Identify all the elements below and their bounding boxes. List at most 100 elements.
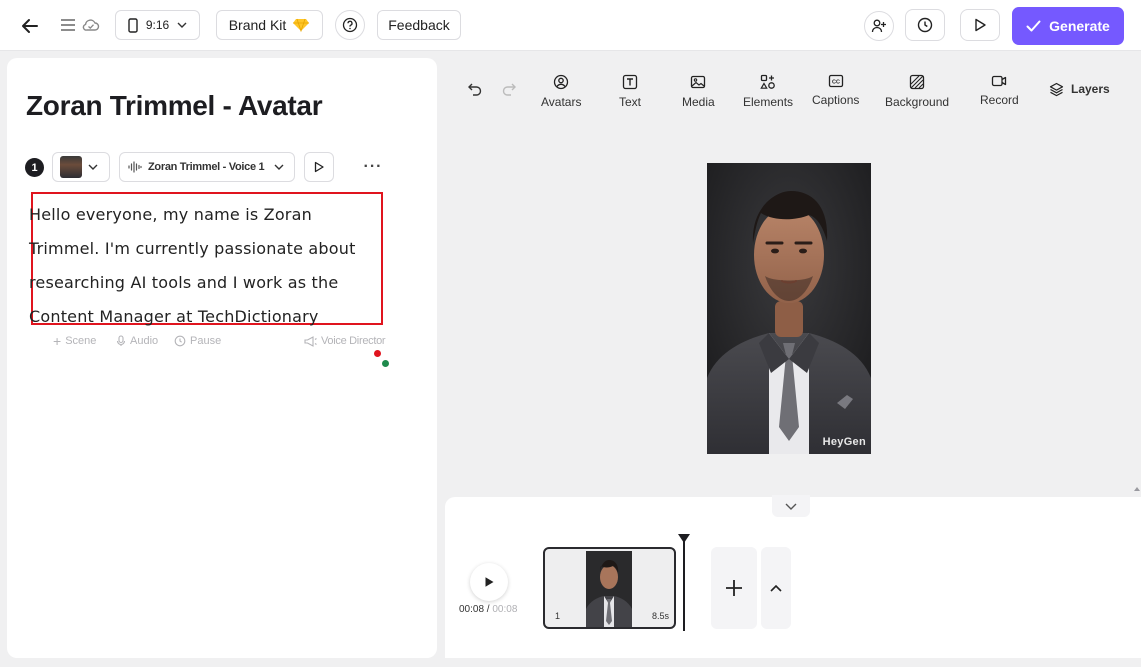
captions-icon: CC (828, 74, 843, 88)
voice-director-button[interactable]: Voice Director (304, 335, 386, 347)
play-outline-icon (975, 18, 986, 32)
toolbar-text[interactable]: Text (619, 74, 641, 109)
back-button[interactable] (18, 14, 42, 38)
add-scene-timeline-button[interactable] (711, 547, 757, 629)
feedback-label: Feedback (388, 17, 450, 33)
preview-play-button[interactable] (960, 9, 1000, 41)
timeline-panel: 00:08 / 00:08 1 8.5s (445, 495, 1141, 658)
aspect-ratio-select[interactable]: 9:16 (115, 10, 200, 40)
arrow-left-icon (22, 19, 38, 33)
timeline-play-button[interactable] (470, 563, 508, 601)
check-icon (1026, 20, 1041, 32)
playhead[interactable] (683, 539, 685, 631)
chevron-down-icon (274, 164, 284, 170)
toolbar-elements[interactable]: Elements (743, 74, 793, 109)
history-button[interactable] (905, 9, 945, 41)
script-tools: + Scene Audio Pause Voice Director (53, 333, 393, 351)
voice-director-label: Voice Director (321, 335, 386, 347)
toolbar-media[interactable]: Media (682, 74, 715, 109)
menu-button[interactable] (58, 15, 78, 35)
add-user-icon (871, 19, 886, 33)
avatar-icon (554, 74, 569, 90)
play-outline-icon (314, 161, 324, 173)
voice-select[interactable]: Zoran Trimmel - Voice 1 (119, 152, 295, 182)
toolbar-label: Elements (743, 95, 794, 109)
undo-button[interactable] (465, 79, 485, 99)
share-button[interactable] (864, 11, 894, 41)
more-options-button[interactable]: ··· (359, 152, 387, 182)
canvas-area: Avatars Text Media Elements CC Captions … (445, 58, 1141, 490)
scene-clip[interactable]: 1 8.5s (543, 547, 676, 629)
layers-label: Layers (1071, 82, 1110, 96)
elements-icon (760, 74, 775, 89)
feedback-button[interactable]: Feedback (377, 10, 461, 40)
record-icon (992, 75, 1007, 87)
toolbar-background[interactable]: Background (885, 74, 949, 109)
voice-preview-button[interactable] (304, 152, 334, 182)
redo-icon (502, 83, 516, 96)
text-icon (622, 74, 638, 90)
red-marker-dot (374, 350, 381, 357)
layers-button[interactable]: Layers (1049, 80, 1110, 98)
script-line: researching AI tools and I work as the (29, 273, 339, 292)
top-bar: 9:16 Brand Kit Feedback Generate (0, 0, 1141, 51)
time-display: 00:08 / 00:08 (459, 604, 517, 615)
watermark-text: HeyGen (822, 436, 866, 448)
script-line: Hello everyone, my name is Zoran (29, 205, 312, 224)
scrollbar-arrow[interactable] (1133, 480, 1141, 492)
layers-icon (1049, 82, 1064, 96)
phone-icon (128, 17, 138, 33)
script-line: Content Manager at TechDictionary (29, 307, 319, 326)
toolbar-label: Record (980, 93, 1019, 107)
audio-label: Audio (130, 335, 159, 347)
page-title[interactable]: Zoran Trimmel - Avatar (26, 90, 323, 122)
script-line: Trimmel. I'm currently passionate about (29, 239, 356, 258)
collapse-timeline-button[interactable] (772, 495, 810, 517)
video-preview[interactable]: HeyGen (707, 163, 871, 454)
voice-name: Zoran Trimmel - Voice 1 (148, 161, 265, 173)
add-audio-button[interactable]: Audio (116, 335, 158, 347)
redo-button[interactable] (499, 79, 519, 99)
avatar-portrait-image (707, 163, 871, 454)
avatar-select[interactable] (52, 152, 110, 182)
clip-number: 1 (555, 611, 561, 621)
plus-icon: + (53, 333, 62, 349)
diamond-icon (293, 18, 310, 32)
chevron-down-icon (177, 22, 187, 28)
chevron-up-icon (770, 584, 782, 592)
plus-icon (726, 580, 742, 596)
media-icon (691, 75, 706, 89)
play-icon (485, 577, 494, 587)
add-pause-button[interactable]: Pause (174, 335, 221, 347)
pause-timer-icon (174, 335, 186, 347)
toolbar-label: Captions (812, 93, 860, 107)
brand-kit-button[interactable]: Brand Kit (216, 10, 323, 40)
microphone-icon (116, 335, 126, 346)
chevron-down-icon (88, 164, 98, 170)
toolbar-label: Text (619, 95, 642, 109)
toolbar-record[interactable]: Record (980, 74, 1019, 107)
avatar-thumbnail (60, 156, 82, 178)
expand-scenes-button[interactable] (761, 547, 791, 629)
add-scene-button[interactable]: + Scene (53, 333, 97, 349)
toolbar-captions[interactable]: CC Captions (812, 74, 859, 107)
aspect-ratio-value: 9:16 (145, 18, 170, 32)
toolbar-label: Background (885, 95, 950, 109)
megaphone-icon (304, 335, 317, 347)
generate-button[interactable]: Generate (1012, 7, 1124, 45)
script-panel: Zoran Trimmel - Avatar 1 Zoran Trimmel -… (7, 58, 437, 658)
toolbar-avatars[interactable]: Avatars (541, 74, 581, 109)
clip-duration: 8.5s (651, 611, 669, 621)
generate-label: Generate (1049, 18, 1110, 34)
triangle-up-icon (1134, 487, 1140, 491)
add-scene-label: Scene (65, 335, 97, 347)
total-time: 00:08 (492, 604, 518, 615)
svg-text:CC: CC (832, 80, 840, 86)
green-marker-dot (382, 360, 389, 367)
help-button[interactable] (335, 10, 365, 40)
script-text-area[interactable]: Hello everyone, my name is Zoran Trimmel… (29, 198, 369, 334)
brand-kit-label: Brand Kit (228, 17, 287, 33)
more-icon: ··· (363, 158, 383, 175)
clip-thumbnail (586, 551, 632, 627)
scene-header: 1 Zoran Trimmel - Voice 1 ··· (25, 152, 425, 182)
